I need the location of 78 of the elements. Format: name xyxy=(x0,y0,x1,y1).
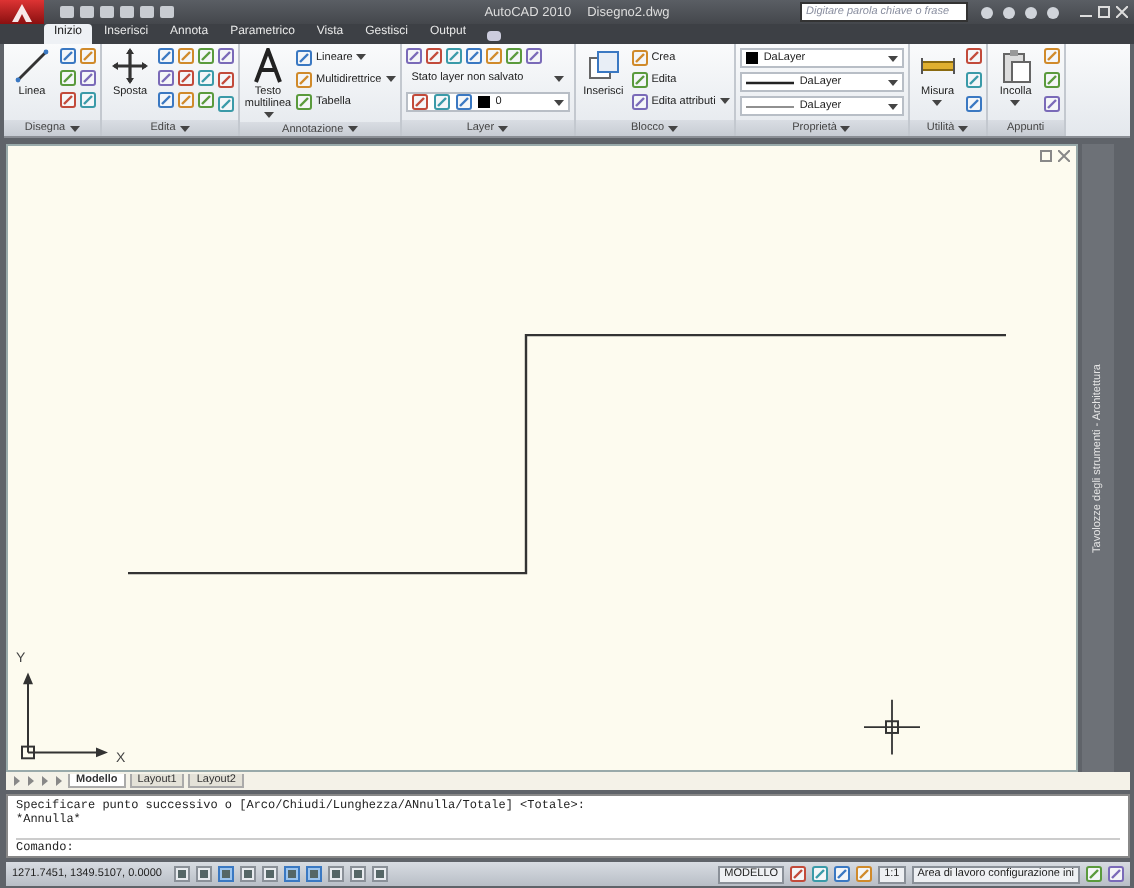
drafting-toggle-button[interactable] xyxy=(174,866,190,882)
tool-icon[interactable] xyxy=(218,96,234,112)
caret-icon xyxy=(932,100,943,107)
caret-icon xyxy=(1010,100,1021,107)
caret-icon xyxy=(356,54,367,60)
tool-icon[interactable] xyxy=(296,71,312,87)
tool-icon[interactable] xyxy=(158,92,174,108)
line-sample-icon xyxy=(745,103,794,109)
tool-icon[interactable] xyxy=(465,48,482,64)
ucs-axes-icon xyxy=(21,672,108,760)
color-swatch xyxy=(477,96,490,108)
tool-icon[interactable] xyxy=(178,92,194,108)
caret-icon xyxy=(887,79,898,85)
caret-icon xyxy=(887,103,898,109)
drafting-toggle-button[interactable] xyxy=(284,866,300,882)
tool-icon[interactable] xyxy=(60,70,76,86)
application-menu-button[interactable] xyxy=(0,0,44,24)
tool-icon[interactable] xyxy=(445,48,462,64)
tool-icon[interactable] xyxy=(965,48,982,64)
tool-icon[interactable] xyxy=(505,48,522,64)
tool-icon[interactable] xyxy=(158,70,174,86)
tool-icon[interactable] xyxy=(198,70,214,86)
tool-icon[interactable] xyxy=(1043,48,1060,64)
tool-icon[interactable] xyxy=(60,48,76,64)
tool-icon[interactable] xyxy=(631,49,648,65)
caret-icon xyxy=(347,126,358,133)
tool-icon[interactable] xyxy=(60,92,76,108)
tool-icon[interactable] xyxy=(965,96,982,112)
tool-icon[interactable] xyxy=(1043,72,1060,88)
tool-icon[interactable] xyxy=(425,48,442,64)
tool-icon[interactable] xyxy=(198,92,214,108)
tool-icon[interactable] xyxy=(80,92,96,108)
tool-icon[interactable] xyxy=(178,48,194,64)
tool-icon[interactable] xyxy=(198,48,214,64)
line-icon xyxy=(14,48,50,84)
insert-block-icon xyxy=(585,48,622,84)
tool-icon[interactable] xyxy=(178,70,194,86)
caret-icon xyxy=(719,98,730,104)
caret-icon xyxy=(840,125,851,131)
drafting-toggle-button[interactable] xyxy=(196,866,212,882)
tool-icon[interactable] xyxy=(80,48,96,64)
move-arrows-icon xyxy=(112,48,148,84)
close-icon[interactable] xyxy=(1058,150,1070,162)
crosshair-cursor xyxy=(863,698,921,756)
drafting-toggle-button[interactable] xyxy=(306,866,322,882)
tool-icon[interactable] xyxy=(296,93,312,109)
caret-icon xyxy=(385,76,396,82)
tool-icon[interactable] xyxy=(218,48,234,64)
panel-toggle-icon[interactable] xyxy=(486,30,502,42)
caret-icon xyxy=(958,125,969,131)
restore-icon[interactable] xyxy=(1040,150,1052,162)
drafting-toggle-button[interactable] xyxy=(218,866,234,882)
tool-icon[interactable] xyxy=(965,72,982,88)
caret-icon xyxy=(553,99,564,105)
caret-icon xyxy=(553,75,564,81)
drafting-toggle-button[interactable] xyxy=(262,866,278,882)
tool-icon[interactable] xyxy=(525,48,542,64)
tool-icon[interactable] xyxy=(631,71,648,87)
tool-icon[interactable] xyxy=(631,93,648,109)
caret-icon xyxy=(498,125,509,131)
line-sample-icon xyxy=(745,79,794,85)
tool-icon[interactable] xyxy=(405,48,422,64)
tool-icon[interactable] xyxy=(158,48,174,64)
clipboard-icon xyxy=(997,48,1034,84)
tool-icon[interactable] xyxy=(296,49,312,65)
drafting-toggle-button[interactable] xyxy=(240,866,256,882)
tool-icon[interactable] xyxy=(1043,96,1060,112)
drafting-toggle-button[interactable] xyxy=(328,866,344,882)
caret-icon xyxy=(69,125,80,131)
drafting-toggle-button[interactable] xyxy=(350,866,366,882)
caret-icon xyxy=(887,55,898,61)
caret-icon xyxy=(668,125,679,131)
tool-icon[interactable] xyxy=(80,70,96,86)
drafting-toggle-button[interactable] xyxy=(372,866,388,882)
text-tool-icon xyxy=(250,48,286,84)
color-swatch xyxy=(745,52,758,64)
caret-icon xyxy=(179,125,190,131)
tool-icon[interactable] xyxy=(218,72,234,88)
